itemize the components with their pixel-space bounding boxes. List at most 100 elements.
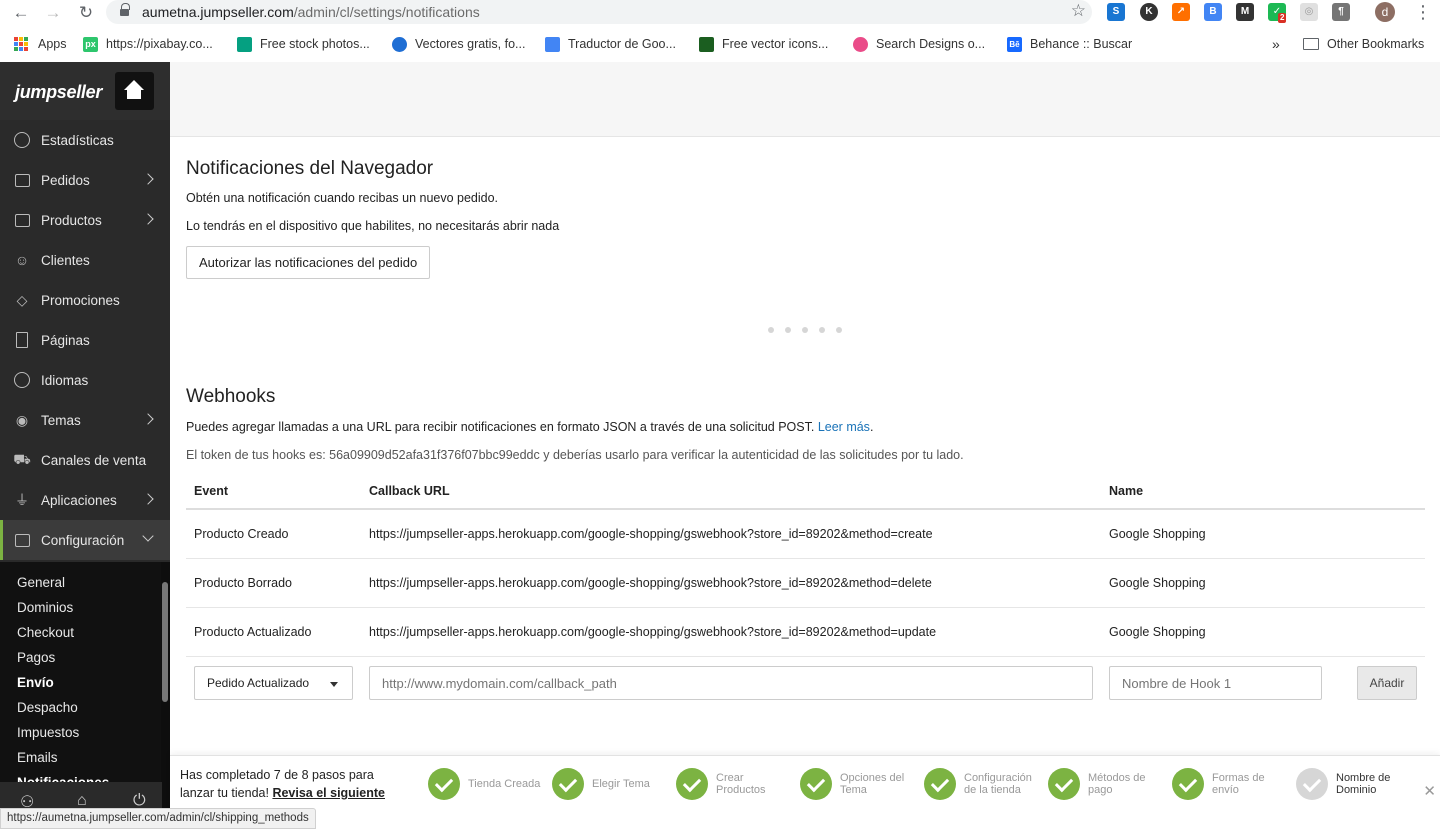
cell-callback: https://jumpseller-apps.herokuapp.com/go… bbox=[369, 625, 937, 639]
vector-icons-icon bbox=[699, 36, 714, 52]
bookmark-behance[interactable]: Bē Behance :: Buscar bbox=[1007, 35, 1132, 53]
submenu-pagos[interactable]: Pagos bbox=[0, 645, 162, 670]
browser-notifications-title: Notificaciones del Navegador bbox=[186, 158, 434, 179]
bookmark-pixabay[interactable]: px https://pixabay.co... bbox=[83, 35, 213, 53]
sidebar-item-aplicaciones[interactable]: ⏚ Aplicaciones bbox=[0, 480, 170, 520]
extension-badge: 2 bbox=[1278, 13, 1287, 23]
browser-toolbar: ← → ↻ aumetna.jumpseller.com/admin/cl/se… bbox=[0, 0, 1440, 26]
sidebar-item-paginas[interactable]: Páginas bbox=[0, 320, 170, 360]
extension-icon[interactable]: K bbox=[1140, 3, 1158, 21]
sidebar-item-promociones[interactable]: ◇ Promociones bbox=[0, 280, 170, 320]
browser-menu-icon[interactable]: ⋮ bbox=[1414, 2, 1432, 22]
config-submenu: General Dominios Checkout Pagos Envío De… bbox=[0, 562, 162, 782]
chevron-right-icon bbox=[142, 213, 154, 225]
bookmark-star-icon[interactable]: ☆ bbox=[1071, 1, 1086, 21]
cell-name: Google Shopping bbox=[1109, 527, 1206, 541]
webhooks-title: Webhooks bbox=[186, 386, 276, 407]
close-icon[interactable]: ✕ bbox=[1423, 782, 1436, 800]
step-metodos-pago[interactable]: Métodos de pago bbox=[1048, 767, 1168, 801]
extension-icon[interactable]: ◎ bbox=[1300, 3, 1318, 21]
read-more-link[interactable]: Leer más bbox=[818, 420, 870, 434]
event-select[interactable]: Pedido Actualizado bbox=[194, 666, 353, 700]
submenu-envio[interactable]: Envío bbox=[0, 670, 162, 695]
address-bar[interactable]: aumetna.jumpseller.com/admin/cl/settings… bbox=[106, 0, 1092, 24]
check-icon bbox=[1048, 768, 1080, 800]
step-formas-envio[interactable]: Formas de envío bbox=[1172, 767, 1292, 801]
bookmark-freestock[interactable]: Free stock photos... bbox=[237, 35, 370, 53]
tag-icon: ◇ bbox=[16, 291, 28, 308]
sidebar-item-estadisticas[interactable]: Estadísticas bbox=[0, 120, 170, 160]
sidebar-item-productos[interactable]: Productos bbox=[0, 200, 170, 240]
cart-icon: ⛟ bbox=[13, 450, 31, 467]
other-bookmarks[interactable]: Other Bookmarks bbox=[1303, 35, 1424, 53]
check-icon bbox=[676, 768, 708, 800]
submenu-impuestos[interactable]: Impuestos bbox=[0, 720, 162, 745]
chevron-right-icon bbox=[142, 493, 154, 505]
cell-name: Google Shopping bbox=[1109, 576, 1206, 590]
apps-grid-icon bbox=[14, 37, 28, 51]
bookmarks-bar: Apps px https://pixabay.co... Free stock… bbox=[0, 30, 1440, 58]
extension-icon[interactable]: ↗ bbox=[1172, 3, 1190, 21]
authorize-notifications-button[interactable]: Autorizar las notificaciones del pedido bbox=[186, 246, 431, 279]
plug-icon: ⏚ bbox=[15, 492, 29, 508]
add-webhook-button[interactable]: Añadir bbox=[1357, 666, 1417, 700]
chevron-down-icon bbox=[142, 530, 154, 542]
check-icon bbox=[1296, 768, 1328, 800]
submenu-notificaciones[interactable]: Notificaciones bbox=[0, 770, 162, 782]
step-tienda-creada[interactable]: Tienda Creada bbox=[428, 767, 548, 801]
forward-icon[interactable]: → bbox=[43, 3, 63, 23]
top-band bbox=[170, 62, 1440, 137]
extension-icon[interactable]: ✓ 2 bbox=[1268, 3, 1287, 23]
onboarding-progress: Has completado 7 de 8 pasos para lanzar … bbox=[170, 755, 1440, 829]
callback-url-input[interactable] bbox=[369, 666, 1093, 700]
hook-name-input[interactable] bbox=[1109, 666, 1322, 700]
extension-icon[interactable]: B bbox=[1204, 3, 1222, 21]
cell-name: Google Shopping bbox=[1109, 625, 1206, 639]
sidebar-item-pedidos[interactable]: Pedidos bbox=[0, 160, 170, 200]
home-button[interactable] bbox=[115, 72, 154, 110]
cell-event: Producto Creado bbox=[194, 527, 289, 541]
bookmarks-overflow[interactable]: » bbox=[1272, 35, 1280, 53]
extension-icon[interactable]: M bbox=[1236, 3, 1254, 21]
step-opciones-tema[interactable]: Opciones del Tema bbox=[800, 767, 920, 801]
status-url-tooltip: https://aumetna.jumpseller.com/admin/cl/… bbox=[0, 808, 316, 829]
extension-icon[interactable]: ¶ bbox=[1332, 3, 1350, 21]
step-crear-productos[interactable]: Crear Productos bbox=[676, 767, 796, 801]
add-webhook-form: Pedido Actualizado Añadir bbox=[186, 657, 1425, 711]
scrollbar-thumb[interactable] bbox=[162, 582, 168, 702]
jumpseller-logo[interactable]: jumpseller bbox=[15, 82, 102, 103]
submenu-emails[interactable]: Emails bbox=[0, 745, 162, 770]
submenu-checkout[interactable]: Checkout bbox=[0, 620, 162, 645]
bookmark-apps[interactable]: Apps bbox=[14, 35, 67, 53]
page-icon bbox=[12, 331, 32, 349]
check-icon bbox=[800, 768, 832, 800]
profile-avatar[interactable]: d bbox=[1375, 2, 1395, 22]
browser-notifications-text1: Obtén una notificación cuando recibas un… bbox=[186, 191, 499, 205]
url-text: aumetna.jumpseller.com/admin/cl/settings… bbox=[142, 4, 480, 20]
step-elegir-tema[interactable]: Elegir Tema bbox=[552, 767, 672, 801]
bookmark-dribbble[interactable]: Search Designs o... bbox=[853, 35, 985, 53]
sidebar-scrollbar[interactable] bbox=[161, 562, 170, 829]
caret-down-icon bbox=[330, 682, 338, 687]
submenu-dominios[interactable]: Dominios bbox=[0, 595, 162, 620]
step-nombre-dominio[interactable]: Nombre de Dominio bbox=[1296, 767, 1416, 801]
sidebar-item-canales[interactable]: ⛟ Canales de venta bbox=[0, 440, 170, 480]
bookmark-vectores[interactable]: Vectores gratis, fo... bbox=[392, 35, 525, 53]
browser-notifications-text2: Lo tendrás en el dispositivo que habilit… bbox=[186, 219, 560, 233]
sidebar-item-configuracion[interactable]: Configuración bbox=[0, 520, 170, 560]
bookmark-vector-icons[interactable]: Free vector icons... bbox=[699, 35, 828, 53]
step-configuracion-tienda[interactable]: Configuración de la tienda bbox=[924, 767, 1044, 801]
submenu-general[interactable]: General bbox=[0, 570, 162, 595]
sidebar-item-temas[interactable]: ◉ Temas bbox=[0, 400, 170, 440]
table-header: Event Callback URL Name bbox=[186, 476, 1425, 510]
reload-icon[interactable]: ↻ bbox=[76, 3, 96, 23]
cell-callback: https://jumpseller-apps.herokuapp.com/go… bbox=[369, 576, 932, 590]
translate-icon bbox=[545, 36, 560, 52]
bookmark-translate[interactable]: Traductor de Goo... bbox=[545, 35, 676, 53]
sidebar-item-idiomas[interactable]: Idiomas bbox=[0, 360, 170, 400]
extension-icon[interactable]: S bbox=[1107, 3, 1125, 21]
submenu-despacho[interactable]: Despacho bbox=[0, 695, 162, 720]
sidebar-item-clientes[interactable]: ☺ Clientes bbox=[0, 240, 170, 280]
back-icon[interactable]: ← bbox=[11, 3, 31, 23]
column-event: Event bbox=[194, 484, 229, 498]
